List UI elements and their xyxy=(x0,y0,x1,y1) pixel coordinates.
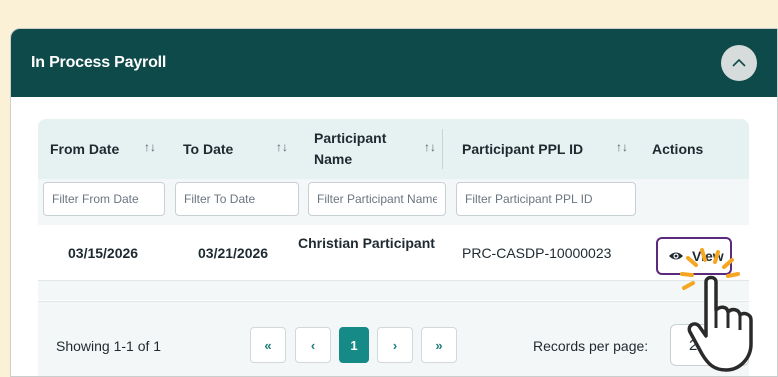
column-header-to-date[interactable]: To Date xyxy=(183,119,233,179)
payroll-table: From Date ↑↓ To Date ↑↓ Participant Name… xyxy=(38,119,749,300)
table-row: 03/15/2026 03/21/2026 Christian Particip… xyxy=(38,225,749,281)
cell-from-date: 03/15/2026 xyxy=(68,245,139,261)
cell-participant-name: Christian Participant xyxy=(298,235,435,251)
panel-title: In Process Payroll xyxy=(31,54,167,71)
table-header: From Date ↑↓ To Date ↑↓ Participant Name… xyxy=(38,119,749,179)
sort-icon[interactable]: ↑↓ xyxy=(276,140,288,154)
column-header-from-date[interactable]: From Date xyxy=(50,119,119,179)
column-header-participant-ppl-id[interactable]: Participant PPL ID xyxy=(462,119,583,179)
click-cursor-icon xyxy=(680,248,753,372)
sort-icon[interactable]: ↑↓ xyxy=(424,140,436,154)
in-process-payroll-panel: In Process Payroll From Date ↑↓ To Date … xyxy=(10,28,778,377)
filter-participant-ppl-id-input[interactable] xyxy=(456,182,636,216)
records-per-page-label: Records per page: xyxy=(533,338,649,354)
column-label: To Date xyxy=(183,141,234,157)
filter-participant-name-input[interactable] xyxy=(308,182,446,216)
cell-participant-ppl-id: PRC-CASDP-10000023 xyxy=(462,245,612,261)
first-page-button[interactable]: « xyxy=(250,327,286,363)
next-page-button[interactable]: › xyxy=(377,327,413,363)
showing-count: Showing 1-1 of 1 xyxy=(56,338,162,354)
column-label: Participant PPL ID xyxy=(462,141,584,157)
table-footer: Showing 1-1 of 1 « ‹ 1 › » Records per p… xyxy=(38,301,749,376)
sort-icon[interactable]: ↑↓ xyxy=(144,140,156,154)
prev-page-button[interactable]: ‹ xyxy=(295,327,331,363)
last-page-button[interactable]: » xyxy=(421,327,457,363)
chevron-left-icon: ‹ xyxy=(310,337,316,353)
double-chevron-right-icon: » xyxy=(435,337,443,353)
column-header-participant-name[interactable]: Participant Name xyxy=(314,119,424,179)
collapse-button[interactable] xyxy=(721,45,757,81)
chevron-right-icon: › xyxy=(392,337,398,353)
column-label: Actions xyxy=(652,141,704,157)
column-header-actions: Actions xyxy=(652,119,703,179)
filter-from-date-input[interactable] xyxy=(43,182,165,216)
panel-header: In Process Payroll xyxy=(11,29,777,97)
column-label: From Date xyxy=(50,141,120,157)
filter-to-date-input[interactable] xyxy=(175,182,299,216)
cell-to-date: 03/21/2026 xyxy=(198,245,269,261)
page-button-1[interactable]: 1 xyxy=(339,327,369,363)
chevron-up-icon xyxy=(732,58,746,67)
column-divider xyxy=(442,129,443,169)
column-label: Participant Name xyxy=(314,130,387,167)
sort-icon[interactable]: ↑↓ xyxy=(616,140,628,154)
double-chevron-left-icon: « xyxy=(264,337,272,353)
